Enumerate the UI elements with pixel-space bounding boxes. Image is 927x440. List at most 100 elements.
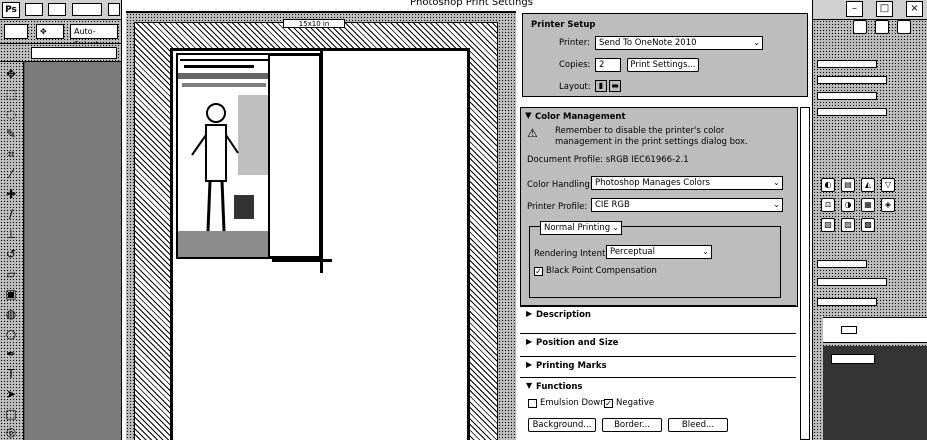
pen-tool-icon[interactable]: ✒ — [3, 346, 19, 362]
background-layer[interactable] — [831, 354, 875, 364]
printer-profile-value: CIE RGB — [595, 200, 630, 210]
layer-row[interactable] — [823, 317, 927, 343]
background-button[interactable]: Background... — [528, 418, 596, 432]
panel-icon-1[interactable] — [853, 20, 867, 34]
printer-profile-select[interactable]: CIE RGB ⌄ — [591, 198, 783, 212]
settings-scrollbar[interactable] — [800, 107, 810, 440]
panel-icon-3[interactable] — [897, 20, 911, 34]
type-tool-icon[interactable]: T — [3, 366, 19, 382]
color-handling-label: Color Handling: — [527, 180, 593, 190]
adjust-icon-5[interactable]: ⚖ — [821, 198, 835, 212]
settings-panel: Printer Setup Printer: Send To OneNote 2… — [518, 11, 812, 440]
brush-tool-icon[interactable]: ∕ — [3, 206, 19, 222]
emulsion-down-label: Emulsion Down — [540, 398, 606, 408]
quick-select-tool-icon[interactable]: ✎ — [3, 126, 19, 142]
adjust-icon-2[interactable]: ▤ — [841, 178, 855, 192]
color-management-section: ▼ Color Management ⚠ Remember to disable… — [520, 107, 798, 307]
emulsion-down-checkbox[interactable] — [528, 399, 537, 408]
bleed-button[interactable]: Bleed... — [668, 418, 728, 432]
eraser-tool-icon[interactable]: ▱ — [3, 266, 19, 282]
printer-profile-label: Printer Profile: — [527, 202, 588, 212]
menu-item-1[interactable] — [25, 3, 43, 16]
panel-slider-1[interactable] — [817, 60, 877, 68]
eyedropper-tool-icon[interactable]: ⁄ — [3, 166, 19, 182]
menu-item-4[interactable] — [108, 3, 120, 16]
landscape-layout-icon[interactable]: ▬ — [609, 80, 621, 92]
stamp-tool-icon[interactable]: ⊥ — [3, 226, 19, 242]
expand-triangle-icon: ▶ — [526, 337, 533, 346]
auto-select-checkbox[interactable]: Auto-Select — [70, 24, 118, 49]
document-profile: Document Profile: sRGB IEC61966-2.1 — [527, 155, 689, 165]
layers-fill[interactable] — [817, 298, 877, 306]
position-size-heading: Position and Size — [536, 338, 619, 348]
adjust-icon-8[interactable]: ◈ — [881, 198, 895, 212]
adjust-icon-9[interactable]: ▧ — [821, 218, 835, 232]
layers-list — [823, 346, 927, 440]
warning-line-2: management in the print settings dialog … — [555, 137, 748, 147]
lasso-tool-icon[interactable]: ◌ — [3, 106, 19, 122]
marquee-tool-icon[interactable]: ⬚ — [3, 86, 19, 102]
adjust-icon-6[interactable]: ◑ — [841, 198, 855, 212]
rendering-intent-select[interactable]: Perceptual ⌄ — [606, 245, 712, 259]
tools-panel: ✥ ⬚ ◌ ✎ ⌗ ⁄ ✚ ∕ ⊥ ↺ ▱ ▣ ◍ ○ ✒ T ➤ □ ◎ — [0, 62, 24, 440]
printer-label: Printer: — [559, 38, 590, 48]
print-settings-button[interactable]: Print Settings... — [627, 58, 699, 72]
collapse-triangle-icon[interactable]: ▼ — [526, 381, 532, 390]
move-tool-icon[interactable]: ✥ — [3, 66, 19, 82]
canvas-area — [25, 62, 123, 440]
panel-slider-4[interactable] — [817, 108, 887, 116]
copies-field[interactable]: 2 — [595, 58, 621, 72]
description-section[interactable]: ▶ Description — [520, 305, 796, 325]
preview-photo[interactable] — [176, 53, 270, 259]
document-tab[interactable] — [31, 47, 117, 59]
shape-tool-icon[interactable]: □ — [3, 406, 19, 422]
printer-setup-heading: Printer Setup — [531, 20, 596, 30]
menu-item-2[interactable] — [48, 3, 66, 16]
normal-printing-select[interactable]: Normal Printing ⌄ — [540, 221, 622, 235]
printer-select[interactable]: Send To OneNote 2010 ⌄ — [595, 36, 763, 50]
black-point-checkbox[interactable]: ✓ — [534, 267, 543, 276]
history-brush-tool-icon[interactable]: ↺ — [3, 246, 19, 262]
menu-item-3[interactable] — [72, 3, 102, 16]
crop-tool-icon[interactable]: ⌗ — [3, 146, 19, 162]
path-select-tool-icon[interactable]: ➤ — [3, 386, 19, 402]
adjust-icon-3[interactable]: ◭ — [861, 178, 875, 192]
adjust-icon-10[interactable]: ▨ — [841, 218, 855, 232]
collapse-triangle-icon[interactable]: ▼ — [525, 111, 532, 121]
maximize-button[interactable]: □ — [876, 1, 893, 17]
adjust-icon-4[interactable]: ▽ — [881, 178, 895, 192]
expand-triangle-icon: ▶ — [526, 309, 533, 318]
crop-handle-horizontal[interactable] — [272, 259, 332, 262]
close-window-button[interactable]: × — [906, 1, 923, 17]
minimize-button[interactable]: – — [846, 1, 863, 17]
adjust-icon-7[interactable]: ▦ — [861, 198, 875, 212]
border-button[interactable]: Border... — [602, 418, 662, 432]
panel-icon-2[interactable] — [875, 20, 889, 34]
dialog-title: Photoshop Print Settings — [410, 0, 533, 8]
photo-image — [178, 55, 268, 257]
preview-size-label: 15x10 in — [283, 19, 345, 28]
panel-slider-3[interactable] — [817, 92, 877, 100]
printing-marks-section[interactable]: ▶ Printing Marks — [520, 356, 796, 376]
printer-select-value: Send To OneNote 2010 — [599, 38, 697, 48]
layers-opacity[interactable] — [817, 278, 887, 286]
move-options-button[interactable]: ✥ — [36, 24, 64, 39]
color-handling-select[interactable]: Photoshop Manages Colors ⌄ — [591, 176, 783, 190]
blur-tool-icon[interactable]: ◍ — [3, 306, 19, 322]
tool-preset-button[interactable] — [4, 24, 28, 39]
gradient-tool-icon[interactable]: ▣ — [3, 286, 19, 302]
chevron-down-icon: ⌄ — [773, 200, 780, 209]
adjust-icon-11[interactable]: ▩ — [861, 218, 875, 232]
crop-handle-vertical[interactable] — [320, 49, 323, 273]
portrait-layout-icon[interactable]: ▮ — [595, 80, 607, 92]
expand-triangle-icon: ▶ — [526, 360, 533, 369]
zoom-tool-icon[interactable]: ◎ — [3, 424, 19, 440]
healing-brush-tool-icon[interactable]: ✚ — [3, 186, 19, 202]
crop-region — [270, 53, 322, 259]
layers-blend-mode[interactable] — [817, 260, 867, 268]
dodge-tool-icon[interactable]: ○ — [3, 326, 19, 342]
panel-slider-2[interactable] — [817, 76, 887, 84]
negative-checkbox[interactable]: ✓ — [604, 399, 613, 408]
position-size-section[interactable]: ▶ Position and Size — [520, 333, 796, 353]
adjust-icon-1[interactable]: ◐ — [821, 178, 835, 192]
